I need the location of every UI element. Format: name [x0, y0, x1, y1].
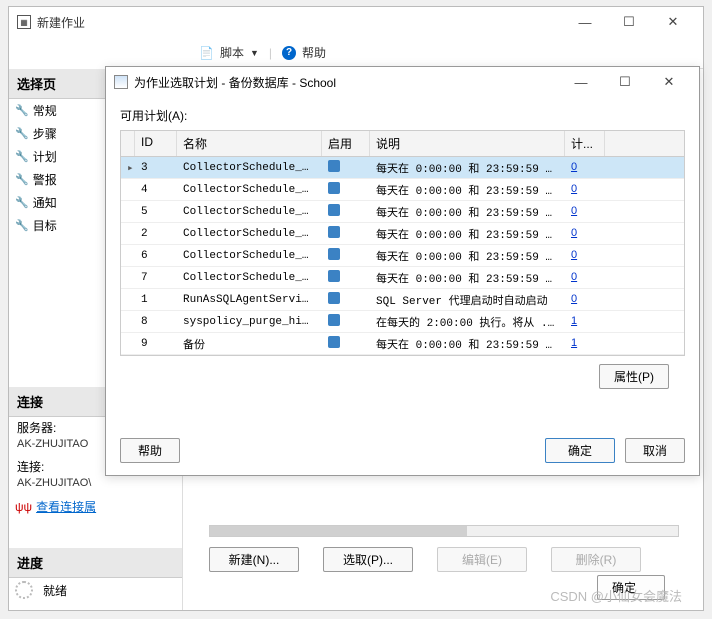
dialog-footer: 帮助 确定 取消 [106, 428, 699, 475]
col-enabled[interactable]: 启用 [322, 131, 370, 156]
col-id[interactable]: ID [135, 131, 177, 156]
app-icon: ▦ [17, 15, 31, 29]
count-link[interactable]: 0 [571, 271, 577, 283]
enabled-checkbox[interactable] [328, 248, 340, 260]
titlebar: ▦ 新建作业 — ☐ ✕ [9, 7, 703, 37]
count-link[interactable]: 0 [571, 183, 577, 195]
grid-header: ID 名称 启用 说明 计... [121, 131, 684, 157]
horizontal-scrollbar[interactable] [209, 525, 679, 537]
schedule-grid: ID 名称 启用 说明 计... ▸3CollectorSchedule_E..… [120, 130, 685, 356]
dialog-cancel-button[interactable]: 取消 [625, 438, 685, 463]
maximize-button[interactable]: ☐ [607, 8, 651, 36]
wrench-icon: 🔧 [15, 219, 29, 232]
count-link[interactable]: 0 [571, 293, 577, 305]
count-link[interactable]: 0 [571, 227, 577, 239]
enabled-checkbox[interactable] [328, 182, 340, 194]
pick-schedule-dialog: 为作业选取计划 - 备份数据库 - School — ☐ ✕ 可用计划(A): … [105, 66, 700, 476]
enabled-checkbox[interactable] [328, 204, 340, 216]
progress-header: 进度 [9, 548, 182, 578]
enabled-checkbox[interactable] [328, 292, 340, 304]
table-row[interactable]: 9备份每天在 0:00:00 和 23:59:59 ...1 [121, 333, 684, 355]
script-dropdown-icon[interactable]: ▼ [250, 48, 259, 58]
wrench-icon: 🔧 [15, 104, 29, 117]
progress-status: 就绪 [9, 578, 182, 602]
count-link[interactable]: 1 [571, 315, 577, 327]
wrench-icon: 🔧 [15, 150, 29, 163]
table-row[interactable]: ▸3CollectorSchedule_E...每天在 0:00:00 和 23… [121, 157, 684, 179]
count-link[interactable]: 1 [571, 337, 577, 349]
dialog-ok-button[interactable]: 确定 [545, 438, 615, 463]
dialog-close-button[interactable]: ✕ [647, 68, 691, 96]
table-row[interactable]: 6CollectorSchedule_E...每天在 0:00:00 和 23:… [121, 245, 684, 267]
pick-button[interactable]: 选取(P)... [323, 547, 413, 572]
delete-button: 删除(R) [551, 547, 641, 572]
col-desc[interactable]: 说明 [370, 131, 565, 156]
enabled-checkbox[interactable] [328, 314, 340, 326]
spinner-icon [15, 581, 33, 599]
count-link[interactable]: 0 [571, 161, 577, 173]
enabled-checkbox[interactable] [328, 160, 340, 172]
available-schedules-label: 可用计划(A): [120, 103, 685, 130]
table-row[interactable]: 8syspolicy_purge_his...在每天的 2:00:00 执行。将… [121, 311, 684, 333]
ok-button[interactable]: 确定 [597, 575, 665, 600]
wrench-icon: 🔧 [15, 173, 29, 186]
table-row[interactable]: 4CollectorSchedule_E...每天在 0:00:00 和 23:… [121, 179, 684, 201]
dialog-help-button[interactable]: 帮助 [120, 438, 180, 463]
properties-button[interactable]: 属性(P) [599, 364, 669, 389]
script-label[interactable]: 脚本 [220, 44, 244, 61]
close-button[interactable]: ✕ [651, 8, 695, 36]
help-icon: ? [282, 46, 296, 60]
enabled-checkbox[interactable] [328, 336, 340, 348]
new-button[interactable]: 新建(N)... [209, 547, 299, 572]
connection-value: AK-ZHUJITAO\ [9, 477, 182, 495]
wrench-icon: 🔧 [15, 196, 29, 209]
count-link[interactable]: 0 [571, 205, 577, 217]
col-count[interactable]: 计... [565, 131, 605, 156]
table-row[interactable]: 1RunAsSQLAgentServic...SQL Server 代理启动时自… [121, 289, 684, 311]
edit-button: 编辑(E) [437, 547, 527, 572]
view-connection-link[interactable]: ψψ查看连接属 [9, 495, 182, 518]
dialog-titlebar: 为作业选取计划 - 备份数据库 - School — ☐ ✕ [106, 67, 699, 97]
table-row[interactable]: 2CollectorSchedule_E...每天在 0:00:00 和 23:… [121, 223, 684, 245]
col-name[interactable]: 名称 [177, 131, 322, 156]
footer-buttons: 确定 [597, 575, 685, 600]
schedule-action-row: 新建(N)... 选取(P)... 编辑(E) 删除(R) [209, 547, 679, 572]
enabled-checkbox[interactable] [328, 226, 340, 238]
minimize-button[interactable]: — [563, 8, 607, 36]
count-link[interactable]: 0 [571, 249, 577, 261]
help-label[interactable]: 帮助 [302, 44, 326, 61]
connection-icon: ψψ [15, 500, 32, 514]
wrench-icon: 🔧 [15, 127, 29, 140]
window-title: 新建作业 [37, 14, 85, 31]
dialog-icon [114, 75, 128, 89]
enabled-checkbox[interactable] [328, 270, 340, 282]
table-row[interactable]: 5CollectorSchedule_E...每天在 0:00:00 和 23:… [121, 201, 684, 223]
dialog-title: 为作业选取计划 - 备份数据库 - School [134, 74, 336, 91]
toolbar: 📄 脚本 ▼ | ? 帮助 [189, 37, 703, 69]
dialog-maximize-button[interactable]: ☐ [603, 68, 647, 96]
table-row[interactable]: 7CollectorSchedule_E...每天在 0:00:00 和 23:… [121, 267, 684, 289]
script-icon: 📄 [199, 46, 214, 60]
dialog-minimize-button[interactable]: — [559, 68, 603, 96]
